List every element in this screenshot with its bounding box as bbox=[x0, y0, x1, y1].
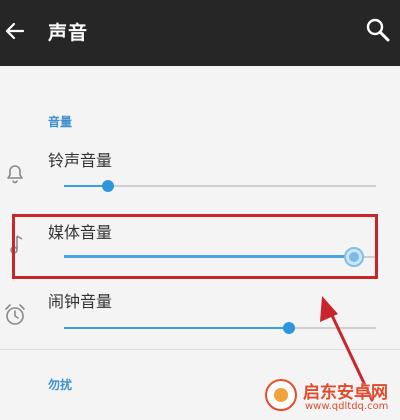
app-bar: 声音 bbox=[0, 0, 400, 66]
bell-icon bbox=[7, 165, 23, 184]
media-volume-slider[interactable] bbox=[64, 245, 376, 269]
watermark-logo bbox=[265, 379, 297, 411]
alarm-volume-label: 闹钟音量 bbox=[48, 292, 113, 311]
alarm-clock-icon bbox=[5, 304, 25, 325]
section-header-volume: 音量 bbox=[48, 115, 73, 129]
watermark-url: www.qdltdq.com bbox=[305, 401, 389, 412]
ringtone-volume-slider[interactable] bbox=[64, 174, 376, 198]
arrow-left-icon[interactable] bbox=[2, 18, 28, 44]
music-note-icon bbox=[10, 235, 23, 254]
watermark-name: 启东安卓网 bbox=[303, 383, 388, 403]
slider-fill bbox=[64, 327, 289, 329]
ringtone-volume-label: 铃声音量 bbox=[48, 151, 113, 170]
search-icon[interactable] bbox=[364, 16, 392, 44]
alarm-volume-slider[interactable] bbox=[64, 316, 376, 340]
page-title: 声音 bbox=[48, 22, 89, 44]
section-divider bbox=[0, 349, 400, 350]
media-volume-label: 媒体音量 bbox=[48, 223, 113, 242]
section-header-do-not-disturb: 勿扰 bbox=[48, 378, 73, 392]
slider-thumb[interactable] bbox=[101, 180, 114, 192]
slider-fill bbox=[64, 255, 355, 258]
slider-thumb[interactable] bbox=[344, 247, 365, 267]
watermark: 启东安卓网 www.qdltdq.com bbox=[263, 377, 397, 417]
slider-thumb[interactable] bbox=[282, 322, 295, 334]
